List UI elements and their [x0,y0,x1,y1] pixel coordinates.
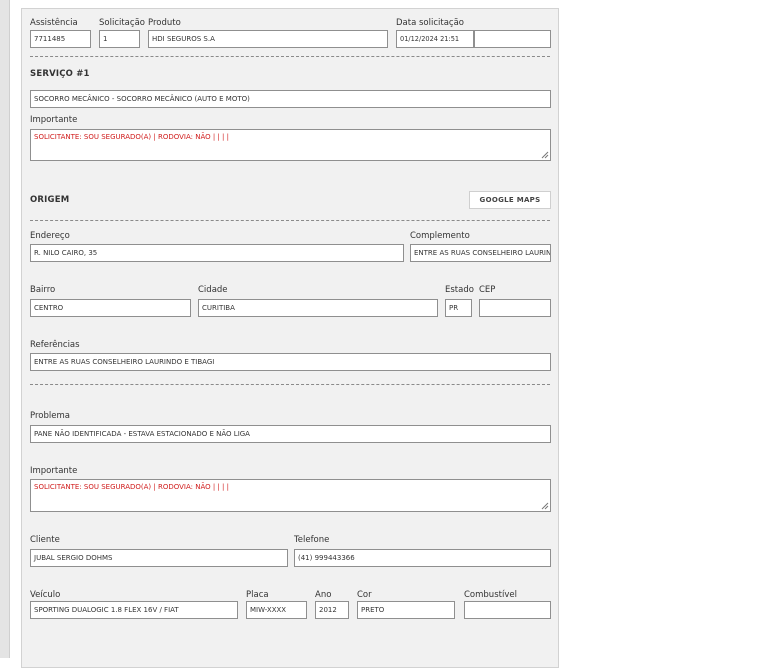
cep-label: CEP [479,285,496,295]
solicitacao-field[interactable]: 1 [99,30,140,48]
resize-handle-icon[interactable] [541,151,549,159]
cor-label: Cor [357,590,372,600]
produto-label: Produto [148,18,181,28]
origem-title: ORIGEM [30,195,70,205]
bairro-field[interactable]: CENTRO [30,299,191,317]
veiculo-field[interactable]: SPORTING DUALOGIC 1.8 FLEX 16V / FIAT [30,601,238,619]
referencias-label: Referências [30,340,80,350]
produto-field[interactable]: HDI SEGUROS S.A [148,30,388,48]
section-divider [30,220,550,221]
importante-textarea[interactable]: SOLICITANTE: SOU SEGURADO(A) | RODOVIA: … [30,479,551,512]
combustivel-label: Combustível [464,590,517,600]
solicitacao-label: Solicitação [99,18,145,28]
veiculo-label: Veículo [30,590,61,600]
data-solicitacao-field[interactable]: 01/12/2024 21:51 [396,30,474,48]
complemento-label: Complemento [410,231,470,241]
endereco-field[interactable]: R. NILO CAIRO, 35 [30,244,404,262]
cidade-label: Cidade [198,285,228,295]
cidade-field[interactable]: CURITIBA [198,299,438,317]
ano-field[interactable]: 2012 [315,601,349,619]
data-solicitacao-label: Data solicitação [396,18,465,28]
servico-field[interactable]: SOCORRO MECÂNICO - SOCORRO MECÂNICO (AUT… [30,90,551,108]
cep-field[interactable] [479,299,551,317]
estado-field[interactable]: PR [445,299,472,317]
cliente-label: Cliente [30,535,60,545]
assistencia-label: Assistência [30,18,78,28]
cliente-field[interactable]: JUBAL SERGIO DOHMS [30,549,288,567]
importante-label: Importante [30,466,78,476]
placa-label: Placa [246,590,269,600]
section-divider [30,56,550,57]
telefone-label: Telefone [294,535,330,545]
bairro-label: Bairro [30,285,56,295]
problema-field[interactable]: PANE NÃO IDENTIFICADA - ESTAVA ESTACIONA… [30,425,551,443]
assistencia-field[interactable]: 7711485 [30,30,91,48]
google-maps-button[interactable]: GOOGLE MAPS [469,191,551,209]
left-scroll-strip [0,0,10,658]
importante-textarea[interactable]: SOLICITANTE: SOU SEGURADO(A) | RODOVIA: … [30,129,551,161]
ano-label: Ano [315,590,332,600]
importante-text: SOLICITANTE: SOU SEGURADO(A) | RODOVIA: … [34,483,229,491]
problema-label: Problema [30,411,70,421]
estado-label: Estado [445,285,474,295]
servico-title: SERVIÇO #1 [30,69,90,79]
cor-field[interactable]: PRETO [357,601,455,619]
endereco-label: Endereço [30,231,70,241]
telefone-field[interactable]: (41) 999443366 [294,549,551,567]
importante-text: SOLICITANTE: SOU SEGURADO(A) | RODOVIA: … [34,133,229,141]
section-divider [30,384,550,385]
resize-handle-icon[interactable] [541,502,549,510]
placa-field[interactable]: MIW-XXXX [246,601,307,619]
importante-label: Importante [30,115,78,125]
hora-solicitacao-field[interactable] [474,30,551,48]
combustivel-field[interactable] [464,601,551,619]
referencias-field[interactable]: ENTRE AS RUAS CONSELHEIRO LAURINDO E TIB… [30,353,551,371]
complemento-field[interactable]: ENTRE AS RUAS CONSELHEIRO LAURINDO E TIB… [410,244,551,262]
